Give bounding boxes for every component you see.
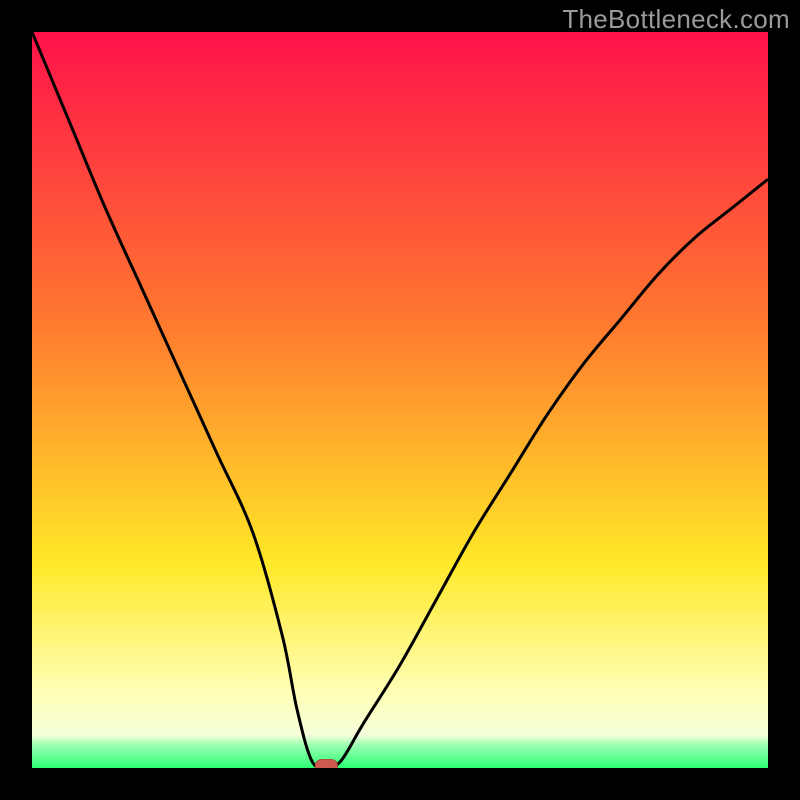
gradient-background — [32, 32, 768, 768]
bottleneck-chart — [32, 32, 768, 768]
chart-plot-area — [30, 30, 770, 770]
optimal-point-marker — [315, 760, 337, 769]
